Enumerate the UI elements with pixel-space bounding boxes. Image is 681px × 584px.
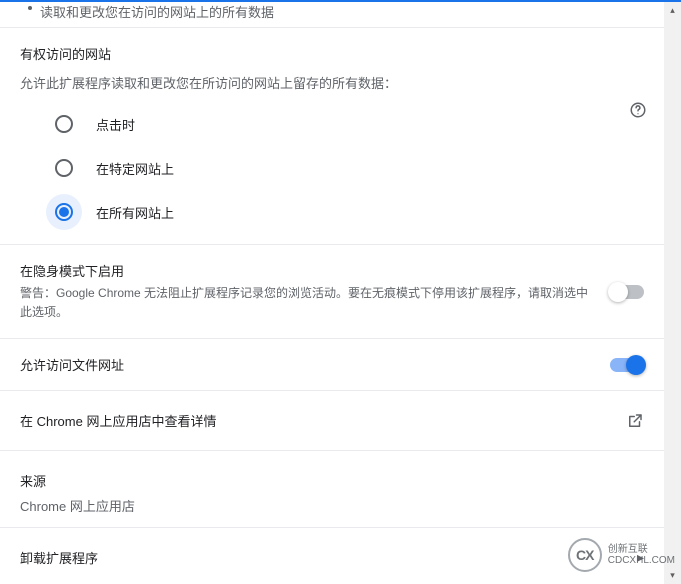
radio-on-click[interactable]: 点击时 (46, 102, 644, 146)
radio-icon (46, 194, 82, 230)
radio-label: 在所有网站上 (96, 203, 174, 222)
help-icon[interactable] (628, 100, 648, 120)
open-external-icon (626, 412, 644, 430)
file-urls-title: 允许访问文件网址 (20, 355, 590, 374)
incognito-desc: 警告：Google Chrome 无法阻止扩展程序记录您的浏览活动。要在无痕模式… (20, 284, 590, 322)
radio-label: 点击时 (96, 115, 135, 134)
content-area: 读取和更改您在访问的网站上的所有数据 有权访问的网站 允许此扩展程序读取和更改您… (0, 2, 664, 584)
watermark-line1: 创新互联 (608, 544, 675, 555)
radio-on-specific-sites[interactable]: 在特定网站上 (46, 146, 644, 190)
radio-icon (46, 150, 82, 186)
source-section: 来源 Chrome 网上应用店 (0, 451, 664, 528)
source-label: 来源 (20, 471, 644, 490)
remove-extension-row[interactable]: 卸载扩展程序 ▸ (0, 528, 664, 584)
file-urls-toggle[interactable] (610, 358, 644, 372)
scrollbar-up-arrow[interactable]: ▴ (664, 2, 681, 19)
site-access-title: 有权访问的网站 (20, 44, 644, 63)
permissions-bullet: 读取和更改您在访问的网站上的所有数据 (0, 2, 664, 27)
watermark: CX 创新互联 CDCXHL.COM (568, 538, 675, 572)
watermark-line2: CDCXHL.COM (608, 555, 675, 566)
radio-on-all-sites[interactable]: 在所有网站上 (46, 190, 644, 234)
incognito-row: 在隐身模式下启用 警告：Google Chrome 无法阻止扩展程序记录您的浏览… (0, 245, 664, 339)
view-in-store-label: 在 Chrome 网上应用店中查看详情 (20, 411, 216, 430)
radio-label: 在特定网站上 (96, 159, 174, 178)
remove-extension-label: 卸载扩展程序 (20, 548, 98, 567)
site-access-radiogroup: 点击时 在特定网站上 在所有网站上 (20, 92, 644, 240)
incognito-title: 在隐身模式下启用 (20, 261, 590, 280)
site-access-section: 有权访问的网站 允许此扩展程序读取和更改您在所访问的网站上留存的所有数据： 点击… (0, 27, 664, 245)
radio-icon (46, 106, 82, 142)
watermark-logo-icon: CX (568, 538, 602, 572)
file-urls-row: 允许访问文件网址 (0, 339, 664, 391)
source-value: Chrome 网上应用店 (20, 496, 644, 515)
extension-settings-panel: ▴ ▾ 读取和更改您在访问的网站上的所有数据 有权访问的网站 允许此扩展程序读取… (0, 0, 681, 584)
view-in-store-row[interactable]: 在 Chrome 网上应用店中查看详情 (0, 391, 664, 451)
incognito-toggle[interactable] (610, 285, 644, 299)
scrollbar-track[interactable]: ▴ ▾ (664, 2, 681, 584)
site-access-subtitle: 允许此扩展程序读取和更改您在所访问的网站上留存的所有数据： (20, 73, 644, 92)
